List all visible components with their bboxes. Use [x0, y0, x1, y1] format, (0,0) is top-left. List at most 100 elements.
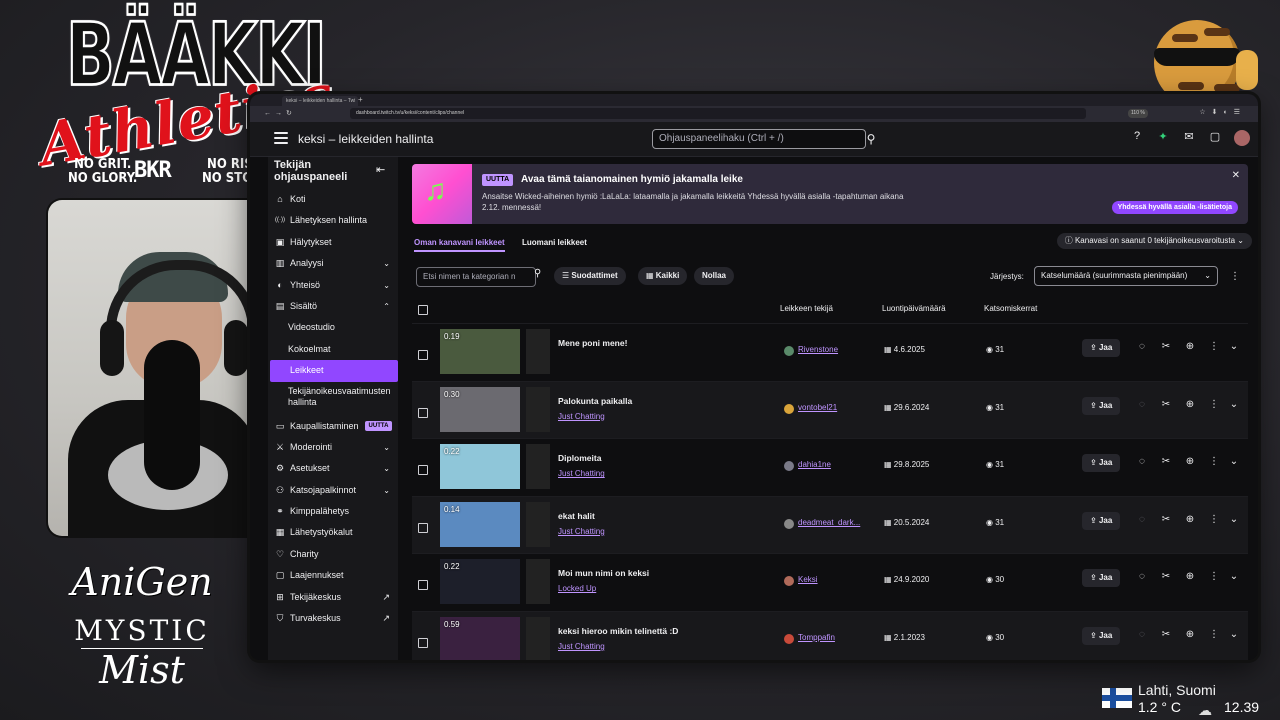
loading-icon[interactable]: ◌ — [1136, 514, 1148, 525]
sidebar-item-clips[interactable]: Leikkeet — [270, 360, 398, 382]
clip-author-link[interactable]: Keksi — [784, 575, 818, 587]
sidebar-item-collaboration[interactable]: ⚭ Kimppalähetys — [268, 501, 398, 522]
row-checkbox[interactable] — [418, 465, 428, 476]
more-options-icon[interactable]: ⋮ — [1208, 456, 1220, 467]
sidebar-item-settings[interactable]: ⚙ Asetukset ⌄ — [268, 458, 398, 479]
row-checkbox[interactable] — [418, 407, 428, 418]
clip-category-link[interactable]: Just Chatting — [558, 527, 605, 536]
loading-icon[interactable]: ◌ — [1136, 341, 1148, 352]
loading-icon[interactable]: ◌ — [1136, 629, 1148, 640]
more-options-icon[interactable]: ⋮ — [1208, 341, 1220, 352]
clip-preview-thumbnail[interactable] — [526, 386, 550, 432]
clip-preview-thumbnail[interactable] — [526, 616, 550, 660]
clip-preview-thumbnail[interactable] — [526, 501, 550, 547]
sidebar-item-monetization[interactable]: ▭ Kaupallistaminen UUTTA — [268, 416, 398, 437]
clip-thumbnail[interactable]: 0.19 — [440, 329, 520, 374]
share-button[interactable]: ⇪ Jaa — [1082, 396, 1121, 415]
more-options-icon[interactable]: ⋮ — [1208, 399, 1220, 410]
row-checkbox[interactable] — [418, 637, 428, 648]
chevron-down-icon[interactable]: ⌄ — [1228, 341, 1240, 352]
row-checkbox[interactable] — [418, 522, 428, 533]
filters-button[interactable]: ☰ Suodattimet — [554, 267, 626, 285]
sidebar-item-video-studio[interactable]: Videostudio — [268, 317, 398, 338]
new-tab-icon[interactable]: + — [358, 95, 363, 104]
sidebar-item-creator-camp[interactable]: ⊞ Tekijäkeskus ↗ — [268, 587, 398, 608]
chevron-down-icon[interactable]: ⌄ — [1228, 514, 1240, 525]
learn-more-button[interactable]: Yhdessä hyvällä asialla -lisätietoja — [1111, 201, 1238, 214]
sidebar-item-moderation[interactable]: ⚔ Moderointi ⌄ — [268, 437, 398, 458]
add-icon[interactable]: ⊕ — [1184, 456, 1196, 467]
scissors-icon[interactable]: ✂ — [1160, 629, 1172, 640]
clip-author-link[interactable]: dahia1ne — [784, 460, 831, 472]
browser-nav-icons[interactable]: ←→↻ — [264, 109, 296, 117]
boost-icon[interactable]: ✦ — [1156, 130, 1170, 146]
add-icon[interactable]: ⊕ — [1184, 341, 1196, 352]
sidebar-item-charity[interactable]: ♡ Charity — [268, 544, 398, 565]
sidebar-item-koti[interactable]: ⌂ Koti — [268, 189, 398, 210]
clip-author-link[interactable]: vontobel21 — [784, 403, 837, 414]
scissors-icon[interactable]: ✂ — [1160, 514, 1172, 525]
loading-icon[interactable]: ◌ — [1136, 571, 1148, 582]
clip-category-link[interactable]: Just Chatting — [558, 642, 605, 651]
clip-author-link[interactable]: deadmeat_dark... — [784, 518, 860, 529]
clip-category-link[interactable]: Just Chatting — [558, 412, 605, 421]
table-row[interactable]: 0.59 keksi hieroo mikin telinettä :D Just … — [412, 610, 1248, 660]
url-field[interactable]: dashboard.twitch.tv/u/keksi/content/clip… — [350, 108, 1086, 119]
sidebar-item-safety-center[interactable]: ⛉ Turvakeskus ↗ — [268, 608, 398, 629]
more-options-icon[interactable]: ⋮ — [1230, 267, 1240, 287]
inbox-icon[interactable]: ✉ — [1182, 130, 1196, 146]
copyright-strikes-dropdown[interactable]: ⓘ Kanavasi on saanut 0 tekijänoikeusvaro… — [1056, 233, 1252, 249]
table-row[interactable]: 0.22 Diplomeita Just Chatting dahia1ne ▦ 29.… — [412, 438, 1248, 496]
add-icon[interactable]: ⊕ — [1184, 571, 1196, 582]
avatar[interactable] — [1234, 130, 1250, 146]
share-button[interactable]: ⇪ Jaa — [1082, 511, 1121, 530]
clip-preview-thumbnail[interactable] — [526, 329, 550, 374]
clip-preview-thumbnail[interactable] — [526, 559, 550, 605]
browser-tab[interactable]: keksi – leikkeiden hallinta – Twi — [282, 96, 358, 106]
chevron-down-icon[interactable]: ⌄ — [1228, 629, 1240, 640]
scissors-icon[interactable]: ✂ — [1160, 571, 1172, 582]
sidebar-item-stream-manager[interactable]: ((·)) Lähetyksen hallinta — [268, 210, 398, 231]
add-icon[interactable]: ⊕ — [1184, 629, 1196, 640]
more-options-icon[interactable]: ⋮ — [1208, 571, 1220, 582]
select-all-checkbox[interactable] — [418, 305, 428, 315]
add-icon[interactable]: ⊕ — [1184, 514, 1196, 525]
table-row[interactable]: 0.19 Mene poni mene! Rivenstone ▦ 4.6.2025 ◉… — [412, 323, 1248, 381]
clip-thumbnail[interactable]: 0.14 — [440, 501, 520, 547]
table-row[interactable]: 0.22 Moi mun nimi on keksi Locked Up Keksi ▦… — [412, 553, 1248, 611]
sidebar-item-collections[interactable]: Kokoelmat — [268, 339, 398, 360]
reset-button[interactable]: Nollaa — [694, 267, 735, 285]
more-options-icon[interactable]: ⋮ — [1208, 514, 1220, 525]
share-button[interactable]: ⇪ Jaa — [1082, 626, 1121, 645]
chevron-down-icon[interactable]: ⌄ — [1228, 399, 1240, 410]
chevron-down-icon[interactable]: ⌄ — [1228, 456, 1240, 467]
search-icon[interactable]: ⚲ — [862, 129, 880, 149]
table-row[interactable]: 0.30 Palokunta paikalla Just Chatting vonto… — [412, 380, 1248, 439]
help-icon[interactable]: ? — [1130, 130, 1144, 146]
zoom-level[interactable]: 110 % — [1128, 109, 1148, 118]
clip-thumbnail[interactable]: 0.22 — [440, 559, 520, 605]
scissors-icon[interactable]: ✂ — [1160, 341, 1172, 352]
clip-thumbnail[interactable]: 0.30 — [440, 386, 520, 432]
clip-thumbnail[interactable]: 0.22 — [440, 444, 520, 490]
scissors-icon[interactable]: ✂ — [1160, 399, 1172, 410]
sort-select[interactable]: Katselumäärä (suurimmasta pienimpään) ⌄ — [1034, 266, 1218, 286]
clip-preview-thumbnail[interactable] — [526, 444, 550, 490]
share-button[interactable]: ⇪ Jaa — [1082, 454, 1121, 473]
collapse-sidebar-icon[interactable]: ⇤ — [376, 163, 385, 176]
sidebar-item-content[interactable]: ▤ Sisältö ⌃ — [268, 296, 398, 317]
clip-category-link[interactable]: Just Chatting — [558, 469, 605, 478]
tab-channel-clips[interactable]: Oman kanavani leikkeet — [414, 236, 505, 252]
browser-toolbar-icons[interactable]: ☆⬇◐☰ — [1199, 108, 1246, 116]
all-filter-button[interactable]: ▦ Kaikki — [638, 267, 688, 285]
close-icon[interactable]: ✕ — [1232, 170, 1240, 181]
sidebar-item-analytics[interactable]: ▥ Analyysi ⌄ — [268, 253, 398, 274]
share-button[interactable]: ⇪ Jaa — [1082, 569, 1121, 588]
clip-search-input[interactable]: Etsi nimen ta kategorian n — [416, 267, 536, 287]
sidebar-item-alerts[interactable]: ▣ Hälytykset — [268, 232, 398, 253]
clip-author-link[interactable]: Rivenstone — [784, 345, 838, 356]
chevron-down-icon[interactable]: ⌄ — [1228, 571, 1240, 582]
sidebar-item-copyright-claims[interactable]: Tekijänoikeusvaatimusten hallinta — [268, 382, 398, 416]
tab-my-clips[interactable]: Luomani leikkeet — [522, 236, 587, 250]
dashboard-search-input[interactable]: Ohjauspaneelihaku (Ctrl + /) — [652, 129, 866, 149]
